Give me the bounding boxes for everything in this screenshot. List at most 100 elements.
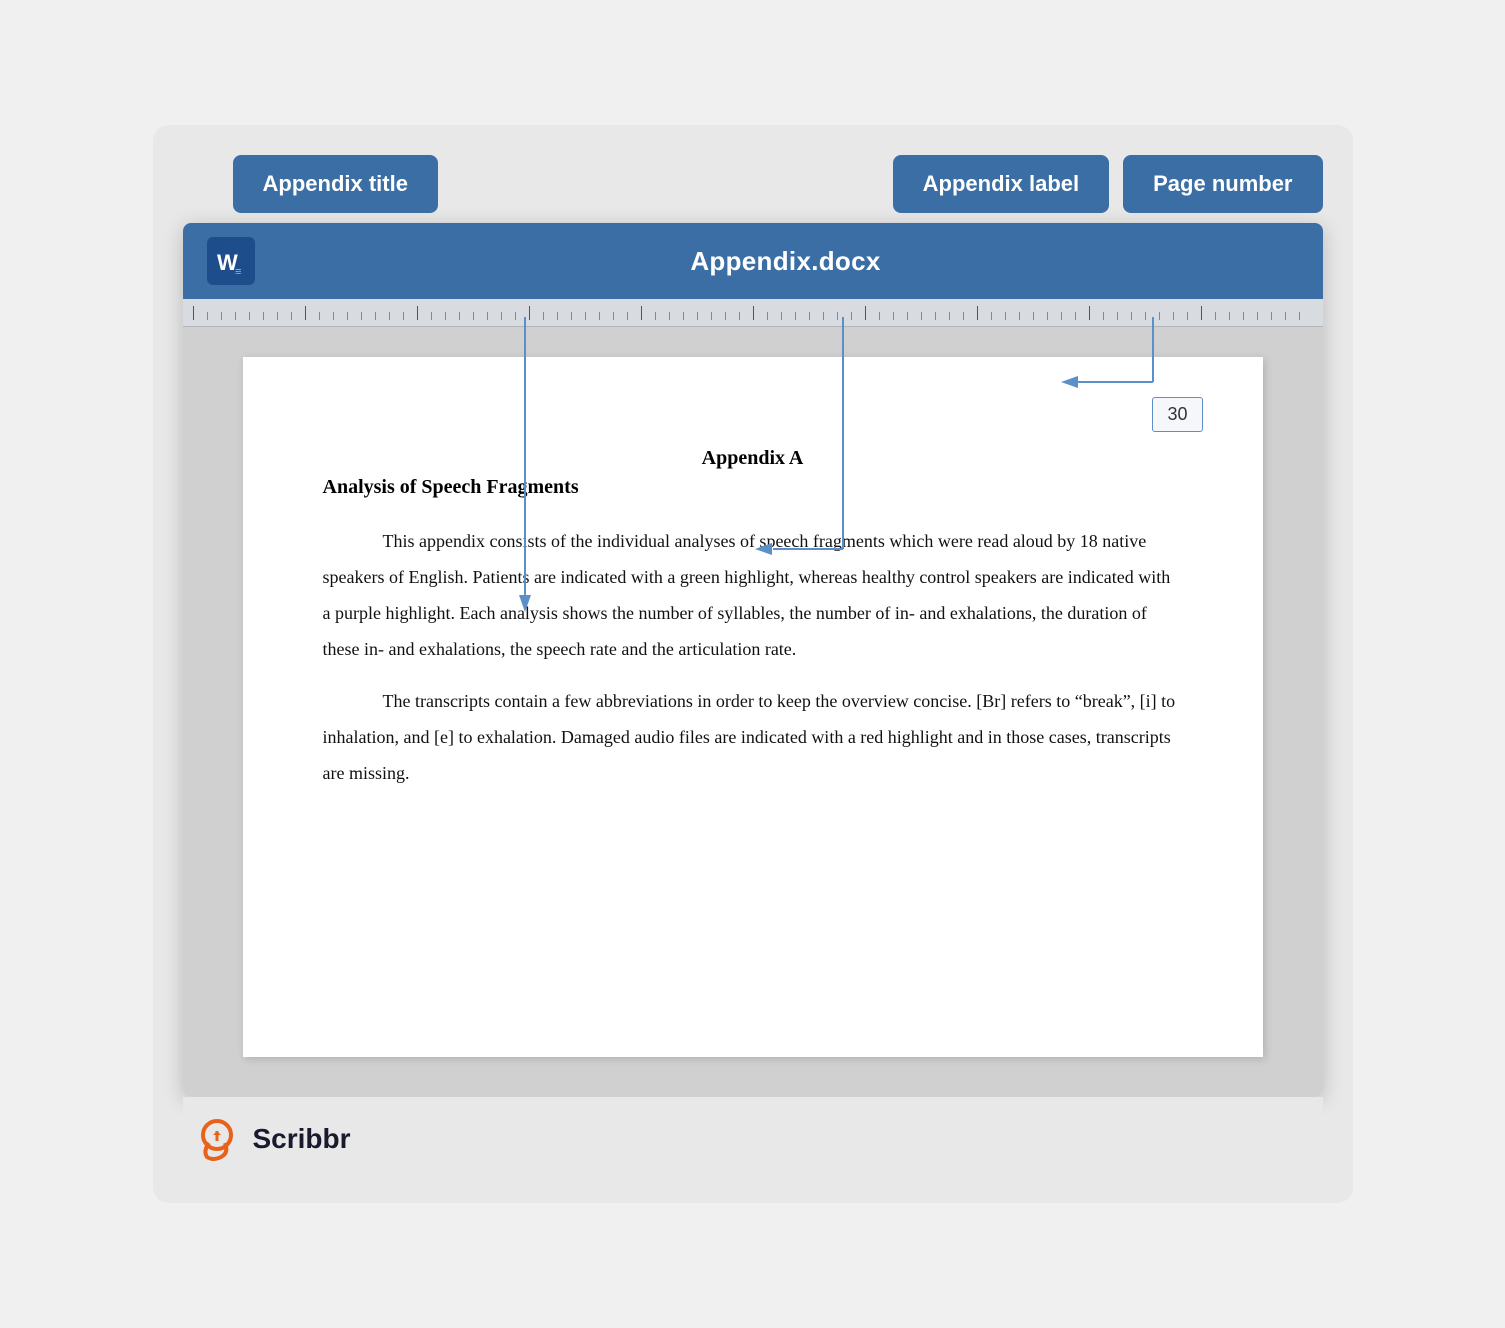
ruler-tick	[347, 312, 361, 320]
ruler-tick	[823, 312, 837, 320]
ruler-tick	[753, 306, 767, 320]
ruler-tick	[669, 312, 683, 320]
tooltip-appendix-label: Appendix label	[893, 155, 1109, 213]
svg-text:≡: ≡	[235, 266, 241, 278]
word-titlebar: W ≡ Appendix.docx	[183, 223, 1323, 299]
ruler-tick	[557, 312, 571, 320]
appendix-label-text: Appendix A	[323, 447, 1183, 470]
ruler-tick	[697, 312, 711, 320]
ruler-tick	[1299, 312, 1313, 320]
ruler-tick	[193, 306, 207, 320]
ruler-tick	[725, 312, 739, 320]
ruler-tick	[1215, 312, 1229, 320]
ruler-tick	[655, 312, 669, 320]
ruler-tick	[935, 312, 949, 320]
ruler-tick	[949, 312, 963, 320]
ruler-tick	[473, 312, 487, 320]
paragraph-1: This appendix consists of the individual…	[323, 523, 1183, 667]
ruler-tick	[1159, 312, 1173, 320]
ruler-tick	[1201, 306, 1215, 320]
ruler-tick	[1019, 312, 1033, 320]
paragraph-2: The transcripts contain a few abbreviati…	[323, 683, 1183, 791]
ruler-tick	[739, 312, 753, 320]
ruler-tick	[1173, 312, 1187, 320]
ruler-tick	[767, 312, 781, 320]
ruler-tick	[809, 312, 823, 320]
ruler-tick	[333, 312, 347, 320]
ruler-tick	[571, 312, 585, 320]
ruler-tick	[963, 312, 977, 320]
ruler-tick	[543, 312, 557, 320]
ruler-tick	[683, 312, 697, 320]
ruler-tick	[403, 312, 417, 320]
ruler-tick	[781, 312, 795, 320]
ruler-tick	[1075, 312, 1089, 320]
ruler-tick	[1257, 312, 1271, 320]
ruler-tick	[1243, 312, 1257, 320]
word-document-title: Appendix.docx	[273, 246, 1299, 277]
ruler-tick	[893, 312, 907, 320]
ruler-tick	[487, 312, 501, 320]
ruler-tick	[627, 312, 641, 320]
ruler-tick	[515, 312, 529, 320]
word-window: W ≡ Appendix.docx // Will generate ticks…	[183, 223, 1323, 1097]
ruler-tick	[431, 312, 445, 320]
ruler-tick	[1271, 312, 1285, 320]
ruler-marks: // Will generate ticks via JS below	[193, 306, 1313, 320]
ruler: // Will generate ticks via JS below	[183, 299, 1323, 327]
ruler-tick	[879, 312, 893, 320]
ruler-tick	[249, 312, 263, 320]
tooltips-row: Appendix title Appendix label Page numbe…	[183, 155, 1323, 213]
ruler-tick	[501, 312, 515, 320]
ruler-tick	[291, 312, 305, 320]
outer-container: Appendix title Appendix label Page numbe…	[153, 125, 1353, 1203]
ruler-tick	[599, 312, 613, 320]
ruler-tick	[445, 312, 459, 320]
ruler-tick	[319, 312, 333, 320]
tooltip-page-number: Page number	[1123, 155, 1322, 213]
ruler-tick	[1187, 312, 1201, 320]
page-number-box: 30	[1152, 397, 1202, 432]
ruler-tick	[1089, 306, 1103, 320]
word-icon: W ≡	[207, 237, 255, 285]
ruler-tick	[1033, 312, 1047, 320]
ruler-tick	[459, 312, 473, 320]
ruler-tick	[1047, 312, 1061, 320]
ruler-tick	[1103, 312, 1117, 320]
ruler-tick	[795, 312, 809, 320]
ruler-tick	[207, 312, 221, 320]
doc-page: 30 Appendix A Analysis of Speech Fragmen…	[243, 357, 1263, 1057]
ruler-tick	[585, 312, 599, 320]
document-area: 30 Appendix A Analysis of Speech Fragmen…	[183, 327, 1323, 1097]
ruler-tick	[1131, 312, 1145, 320]
ruler-tick	[641, 306, 655, 320]
ruler-tick	[235, 312, 249, 320]
scribbr-brand-text: Scribbr	[253, 1123, 351, 1155]
ruler-tick	[921, 312, 935, 320]
ruler-tick	[907, 312, 921, 320]
document-body: This appendix consists of the individual…	[323, 523, 1183, 791]
ruler-tick	[375, 312, 389, 320]
ruler-tick	[851, 312, 865, 320]
ruler-tick	[417, 306, 431, 320]
ruler-tick	[1229, 312, 1243, 320]
ruler-tick	[263, 312, 277, 320]
ruler-tick	[977, 306, 991, 320]
ruler-tick	[305, 306, 319, 320]
ruler-tick	[1061, 312, 1075, 320]
ruler-tick	[361, 312, 375, 320]
ruler-tick	[277, 312, 291, 320]
scribbr-footer: Scribbr	[183, 1097, 1323, 1173]
ruler-tick	[837, 312, 851, 320]
ruler-tick	[529, 306, 543, 320]
ruler-tick	[221, 312, 235, 320]
ruler-tick	[1117, 312, 1131, 320]
tooltip-appendix-title: Appendix title	[233, 155, 438, 213]
appendix-title-text: Analysis of Speech Fragments	[323, 476, 1183, 499]
ruler-tick	[1145, 312, 1159, 320]
ruler-tick	[991, 312, 1005, 320]
ruler-tick	[1005, 312, 1019, 320]
scribbr-logo-icon	[193, 1115, 241, 1163]
ruler-tick	[613, 312, 627, 320]
ruler-tick	[389, 312, 403, 320]
